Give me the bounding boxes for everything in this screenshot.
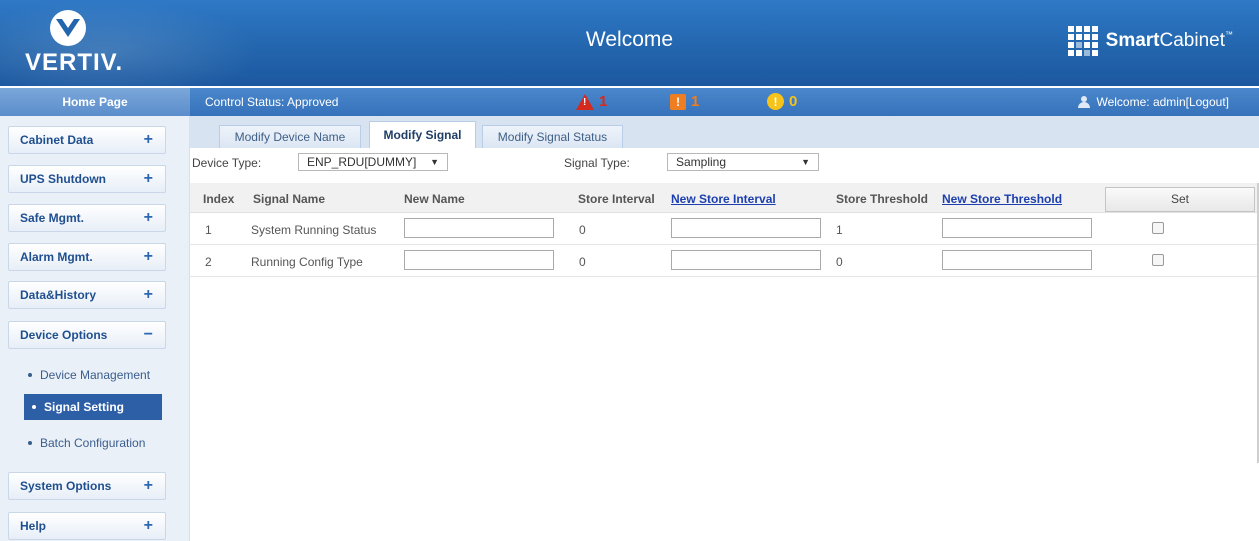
expand-icon: + — [143, 131, 153, 148]
expand-icon: + — [143, 209, 153, 226]
user-icon — [1078, 96, 1091, 108]
menu-ups-shutdown[interactable]: UPS Shutdown + — [8, 165, 166, 193]
tab-bar: Modify Device Name Modify Signal Modify … — [190, 116, 1259, 148]
col-store-threshold: Store Threshold — [836, 192, 929, 206]
col-store-interval: Store Interval — [578, 192, 655, 206]
col-new-store-threshold-link[interactable]: New Store Threshold — [942, 192, 1062, 206]
row-store-interval: 0 — [579, 223, 586, 237]
tab-modify-device-name[interactable]: Modify Device Name — [219, 125, 361, 148]
menu-alarm-mgmt[interactable]: Alarm Mgmt. + — [8, 243, 166, 271]
dropdown-arrow-icon: ▼ — [430, 157, 439, 167]
menu-help[interactable]: Help + — [8, 512, 166, 540]
critical-alarm-icon — [576, 93, 594, 110]
col-new-store-interval-link[interactable]: New Store Interval — [671, 192, 776, 206]
row-select-checkbox[interactable] — [1152, 222, 1164, 234]
device-type-label: Device Type: — [192, 156, 262, 170]
row-signal-name: System Running Status — [251, 223, 377, 237]
control-status: Control Status: Approved — [205, 95, 339, 109]
table-header: Index Signal Name New Name Store Interva… — [190, 183, 1259, 213]
menu-system-options[interactable]: System Options + — [8, 472, 166, 500]
brand-name: SmartCabinet™ — [1105, 30, 1233, 51]
major-alarm-count: 1 — [691, 93, 700, 110]
expand-icon: + — [143, 477, 153, 494]
table-row: 2 Running Config Type 0 0 — [190, 245, 1259, 277]
critical-alarm-count: 1 — [599, 93, 608, 110]
menu-data-history[interactable]: Data&History + — [8, 281, 166, 309]
device-type-select[interactable]: ENP_RDU[DUMMY] ▼ — [298, 153, 448, 171]
col-signal-name: Signal Name — [253, 192, 326, 206]
tab-modify-signal[interactable]: Modify Signal — [369, 121, 476, 148]
new-name-input[interactable] — [404, 218, 554, 238]
sidebar-item-device-management[interactable]: Device Management — [28, 368, 150, 382]
row-index: 2 — [205, 255, 212, 269]
menu-cabinet-data[interactable]: Cabinet Data + — [8, 126, 166, 154]
new-store-threshold-input[interactable] — [942, 250, 1092, 270]
row-store-threshold: 1 — [836, 223, 843, 237]
new-store-interval-input[interactable] — [671, 250, 821, 270]
table-row: 1 System Running Status 0 1 — [190, 213, 1259, 245]
sidebar-item-signal-setting[interactable]: Signal Setting — [24, 394, 162, 420]
welcome-text[interactable]: Welcome: admin[Logout] — [1096, 95, 1229, 109]
sidebar-item-batch-configuration[interactable]: Batch Configuration — [28, 436, 145, 450]
row-signal-name: Running Config Type — [251, 255, 363, 269]
row-select-checkbox[interactable] — [1152, 254, 1164, 266]
minor-alarm-icon: ! — [767, 93, 784, 110]
app-header: VERTIV. Welcome SmartCabinet™ — [0, 0, 1259, 86]
collapse-icon: − — [143, 326, 153, 343]
signal-type-label: Signal Type: — [564, 156, 630, 170]
critical-alarm-indicator[interactable]: 1 — [576, 93, 607, 110]
status-bar: Home Page Control Status: Approved 1 ! 1… — [0, 88, 1259, 116]
row-store-interval: 0 — [579, 255, 586, 269]
row-index: 1 — [205, 223, 212, 237]
expand-icon: + — [143, 286, 153, 303]
major-alarm-indicator[interactable]: ! 1 — [670, 93, 699, 110]
new-store-threshold-input[interactable] — [942, 218, 1092, 238]
col-new-name: New Name — [404, 192, 465, 206]
minor-alarm-indicator[interactable]: ! 0 — [767, 93, 797, 110]
menu-device-options[interactable]: Device Options − — [8, 321, 166, 349]
bullet-icon — [28, 373, 32, 377]
welcome-logout[interactable]: Welcome: admin[Logout] — [1078, 95, 1229, 109]
bullet-icon — [32, 405, 36, 409]
signal-type-select[interactable]: Sampling ▼ — [667, 153, 819, 171]
expand-icon: + — [143, 170, 153, 187]
expand-icon: + — [143, 517, 153, 534]
major-alarm-icon: ! — [670, 93, 686, 110]
dropdown-arrow-icon: ▼ — [801, 157, 810, 167]
tab-modify-signal-status[interactable]: Modify Signal Status — [482, 125, 623, 148]
new-name-input[interactable] — [404, 250, 554, 270]
smartcabinet-brand: SmartCabinet™ — [1067, 26, 1233, 56]
smartcabinet-grid-icon — [1067, 26, 1100, 56]
menu-safe-mgmt[interactable]: Safe Mgmt. + — [8, 204, 166, 232]
new-store-interval-input[interactable] — [671, 218, 821, 238]
expand-icon: + — [143, 248, 153, 265]
col-index: Index — [203, 192, 235, 206]
filter-row: Device Type: ENP_RDU[DUMMY] ▼ Signal Typ… — [190, 148, 1259, 178]
bullet-icon — [28, 441, 32, 445]
sidebar: Cabinet Data + UPS Shutdown + Safe Mgmt.… — [0, 116, 190, 541]
row-store-threshold: 0 — [836, 255, 843, 269]
minor-alarm-count: 0 — [789, 93, 798, 110]
home-page-tab[interactable]: Home Page — [0, 88, 190, 116]
set-button[interactable]: Set — [1105, 187, 1255, 212]
vertiv-logo-text: VERTIV. — [25, 49, 124, 76]
